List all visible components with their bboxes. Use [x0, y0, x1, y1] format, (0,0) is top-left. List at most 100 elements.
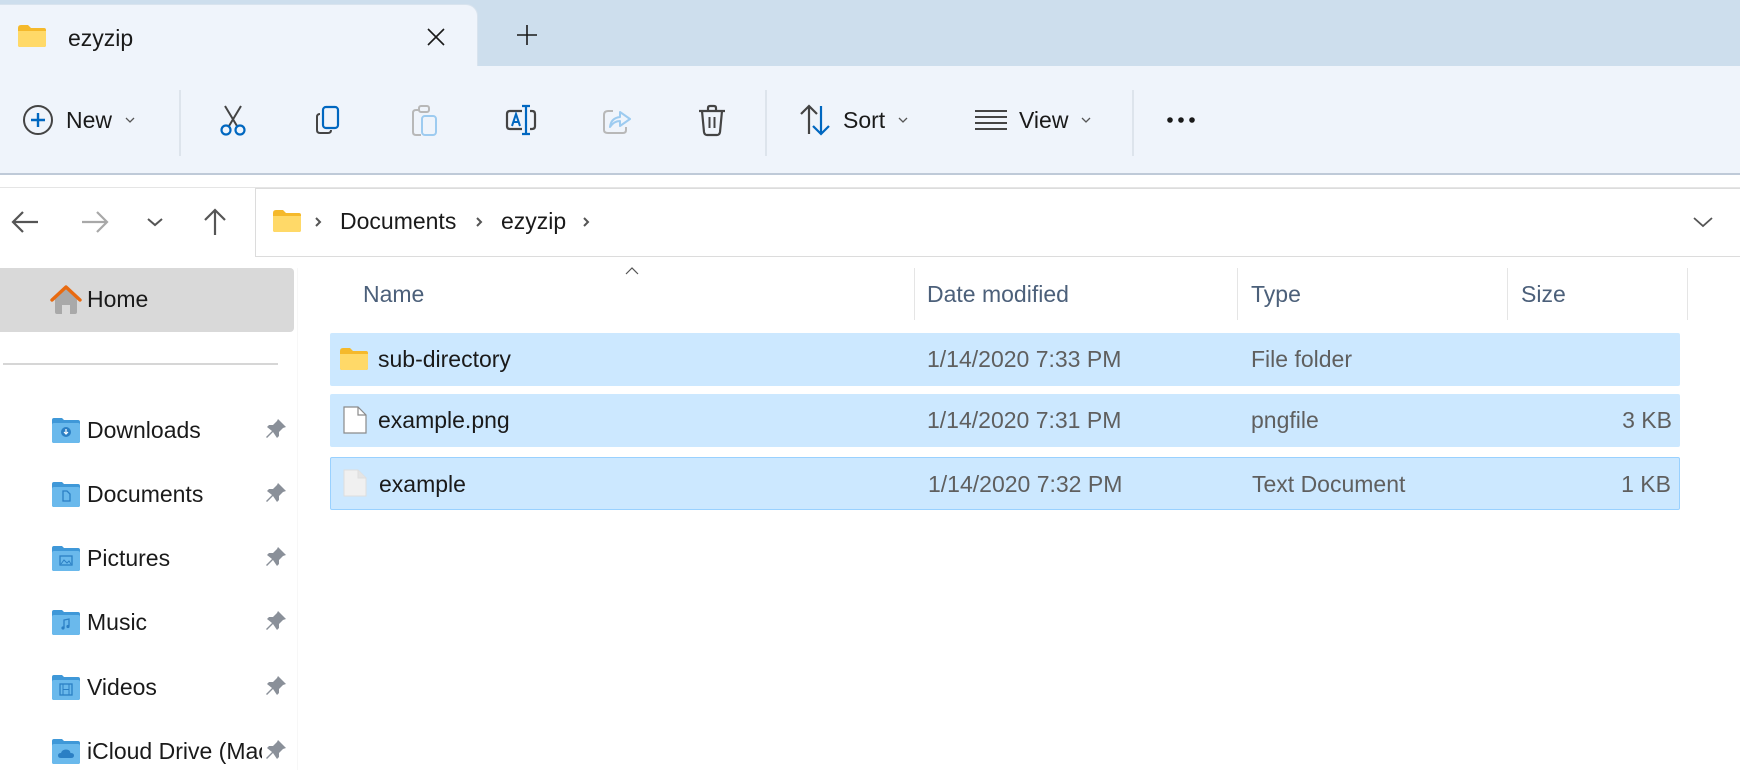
share-icon: [603, 110, 631, 134]
view-label: View: [1019, 106, 1069, 133]
sidebar-item-icloud-drive[interactable]: iCloud Drive (Mac): [0, 726, 294, 770]
sidebar-item-label: iCloud Drive (Mac): [87, 738, 262, 764]
sidebar-item-videos[interactable]: Videos: [0, 662, 294, 712]
sidebar-item-home[interactable]: Home: [0, 268, 294, 332]
address-history-button[interactable]: [1688, 207, 1718, 237]
file-type: Text Document: [1252, 471, 1406, 497]
toolbar-divider: [1132, 90, 1134, 156]
text-file-icon: [343, 469, 367, 497]
sidebar-item-music[interactable]: Music: [0, 597, 294, 647]
toolbar-divider: [179, 90, 181, 156]
file-date-modified: 1/14/2020 7:33 PM: [927, 346, 1122, 372]
folder-icon: [18, 25, 46, 47]
downloads-folder-icon: [52, 418, 80, 443]
sort-label: Sort: [843, 106, 886, 133]
breadcrumb-chevron-icon[interactable]: [312, 213, 324, 231]
file-icon: [343, 406, 367, 434]
sidebar-item-label: Videos: [87, 674, 157, 700]
documents-folder-icon: [52, 482, 80, 507]
rename-button[interactable]: [503, 98, 539, 142]
column-header-name[interactable]: Name: [363, 268, 908, 320]
sort-button[interactable]: Sort: [797, 98, 909, 142]
sidebar-item-pictures[interactable]: Pictures: [0, 533, 294, 583]
arrow-left-icon: [11, 211, 38, 233]
file-name: sub-directory: [378, 346, 511, 372]
sort-icon: [800, 104, 830, 136]
sidebar-item-documents[interactable]: Documents: [0, 469, 294, 519]
column-divider[interactable]: [914, 268, 915, 320]
chevron-down-icon: [124, 114, 136, 126]
folder-icon: [340, 348, 368, 370]
scissors-icon: [220, 105, 246, 136]
breadcrumb-chevron-icon[interactable]: [580, 213, 592, 231]
sidebar-item-label: Music: [87, 609, 148, 635]
file-size: 3 KB: [1622, 407, 1672, 433]
column-header-type[interactable]: Type: [1251, 268, 1501, 320]
file-row-sub-directory[interactable]: sub-directory 1/14/2020 7:33 PM File fol…: [330, 333, 1680, 386]
trash-icon: [699, 104, 725, 137]
file-row-example[interactable]: example 1/14/2020 7:32 PM Text Document …: [330, 457, 1680, 510]
rename-icon: [505, 104, 537, 136]
new-button[interactable]: New: [20, 98, 136, 142]
view-button[interactable]: View: [973, 98, 1092, 142]
forward-button[interactable]: [77, 204, 113, 240]
sidebar-item-label: Home: [87, 286, 149, 312]
breadcrumb-chevron-icon[interactable]: [473, 213, 485, 231]
videos-folder-icon: [52, 675, 80, 700]
back-button[interactable]: [7, 204, 43, 240]
tab-bar: ezyzip: [0, 0, 1740, 70]
toolbar-divider: [765, 90, 767, 156]
more-options-button[interactable]: [1163, 98, 1199, 142]
sidebar-divider: [3, 363, 278, 365]
new-label: New: [66, 106, 113, 133]
pin-icon[interactable]: [264, 417, 288, 441]
file-type: File folder: [1251, 346, 1352, 372]
music-folder-icon: [52, 610, 80, 635]
chevron-down-icon: [1693, 217, 1713, 228]
pin-icon[interactable]: [264, 609, 288, 633]
tab-ezyzip[interactable]: ezyzip: [0, 4, 478, 70]
close-tab-button[interactable]: [422, 23, 450, 51]
sidebar-item-downloads[interactable]: Downloads: [0, 405, 294, 455]
column-divider[interactable]: [1507, 268, 1508, 320]
home-icon: [50, 285, 82, 314]
plus-icon: [517, 25, 537, 45]
chevron-down-icon: [147, 218, 163, 227]
cut-button[interactable]: [215, 98, 251, 142]
copy-button[interactable]: [310, 98, 346, 142]
new-tab-button[interactable]: [512, 20, 542, 50]
close-icon: [427, 28, 445, 46]
command-bar: New Sort View: [0, 66, 1740, 175]
address-bar[interactable]: Documents ezyzip: [255, 188, 1740, 257]
column-divider[interactable]: [1237, 268, 1238, 320]
file-size: 1 KB: [1621, 471, 1671, 497]
column-divider[interactable]: [1687, 268, 1688, 320]
breadcrumb-documents[interactable]: Documents: [340, 208, 456, 235]
sidebar-item-label: Pictures: [87, 545, 171, 571]
pin-icon[interactable]: [264, 738, 288, 762]
file-row-example-png[interactable]: example.png 1/14/2020 7:31 PM pngfile 3 …: [330, 394, 1680, 447]
copy-icon: [316, 105, 340, 134]
pin-icon[interactable]: [264, 674, 288, 698]
list-view-icon: [975, 110, 1007, 130]
tab-title: ezyzip: [68, 25, 134, 51]
arrow-up-icon: [204, 208, 226, 235]
paste-button[interactable]: [407, 98, 443, 142]
file-name: example.png: [378, 407, 510, 433]
share-button[interactable]: [599, 98, 635, 142]
breadcrumb-ezyzip[interactable]: ezyzip: [501, 208, 566, 235]
ellipsis-icon: [1167, 117, 1195, 123]
up-button[interactable]: [197, 204, 233, 240]
clipboard-icon: [412, 105, 437, 136]
column-header-date-modified[interactable]: Date modified: [927, 268, 1227, 320]
delete-button[interactable]: [694, 98, 730, 142]
pin-icon[interactable]: [264, 481, 288, 505]
sidebar-item-label: Downloads: [87, 417, 201, 443]
recent-locations-button[interactable]: [137, 204, 173, 240]
navigation-pane: Home Downloads Documents Pictures Music …: [0, 268, 297, 770]
arrow-right-icon: [82, 211, 109, 233]
pin-icon[interactable]: [264, 545, 288, 569]
column-header-size[interactable]: Size: [1521, 268, 1681, 320]
file-date-modified: 1/14/2020 7:31 PM: [927, 407, 1122, 433]
sidebar-item-label: Documents: [87, 481, 204, 507]
